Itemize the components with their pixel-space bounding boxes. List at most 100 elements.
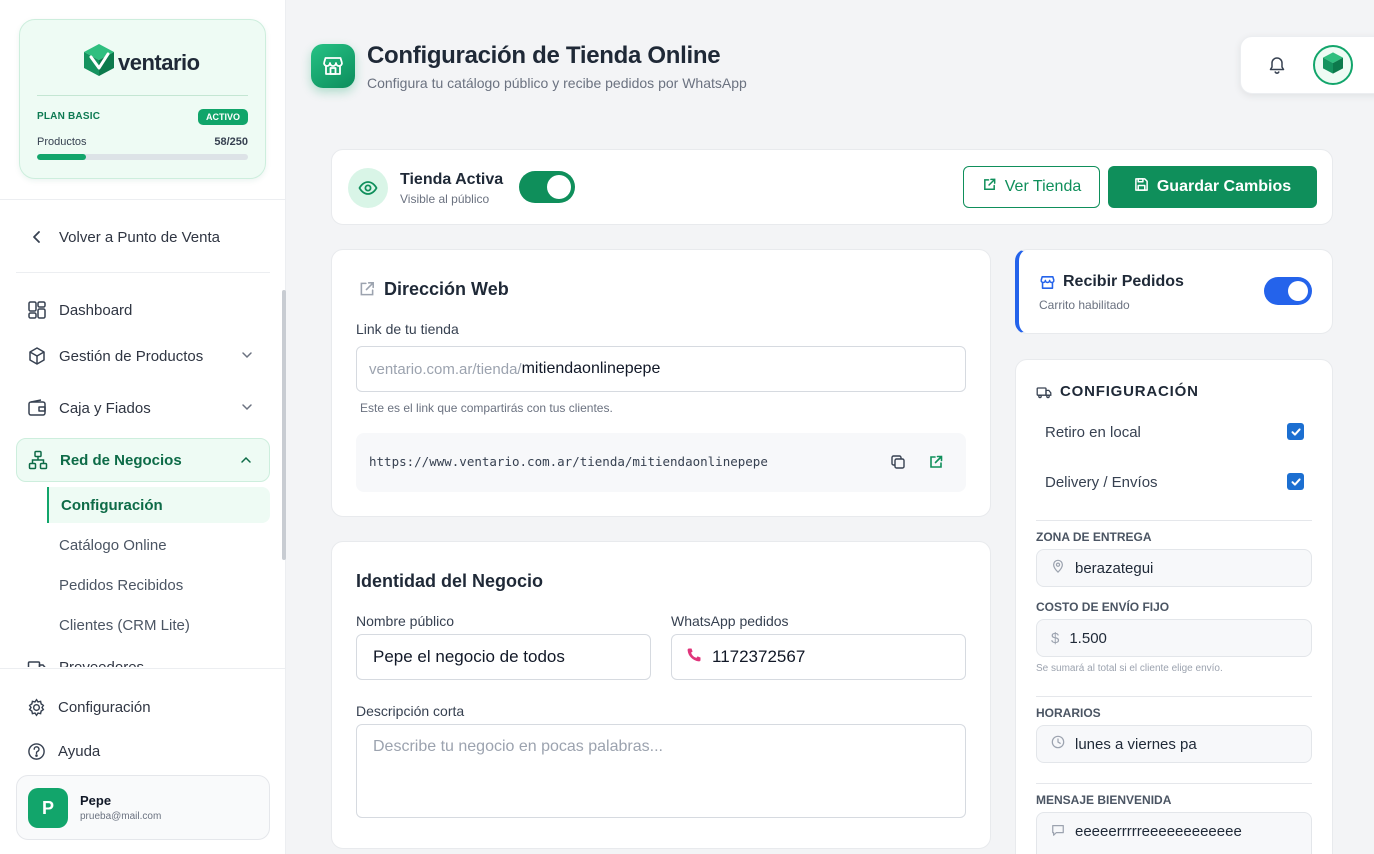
user-profile-card[interactable]: P Pepe prueba@mail.com bbox=[16, 775, 270, 840]
currency-symbol: $ bbox=[1051, 629, 1060, 647]
store-active-title: Tienda Activa bbox=[400, 171, 504, 188]
bell-icon[interactable] bbox=[1267, 55, 1287, 80]
sidebar-subitem-pedidos[interactable]: Pedidos Recibidos bbox=[47, 567, 270, 603]
receive-orders-toggle[interactable] bbox=[1264, 277, 1312, 305]
chevron-left-icon bbox=[27, 227, 47, 247]
store-url-prefix: ventario.com.ar/tienda/ bbox=[369, 360, 522, 378]
sidebar-divider bbox=[0, 199, 286, 200]
user-name: Pepe bbox=[80, 793, 112, 808]
toggle-knob bbox=[547, 175, 571, 199]
store-active-toggle[interactable] bbox=[519, 171, 575, 203]
save-disk-icon bbox=[1134, 177, 1149, 197]
view-store-button[interactable]: Ver Tienda bbox=[963, 166, 1100, 208]
message-icon bbox=[1051, 823, 1065, 841]
wallet-icon bbox=[27, 398, 47, 418]
package-icon bbox=[27, 346, 47, 366]
public-name-value: Pepe el negocio de todos bbox=[373, 647, 565, 666]
back-to-pos-label: Volver a Punto de Venta bbox=[59, 228, 220, 246]
config-title: CONFIGURACIÓN bbox=[1060, 383, 1199, 400]
store-link-label: Link de tu tienda bbox=[356, 321, 459, 337]
sidebar-scrollbar[interactable] bbox=[282, 290, 286, 560]
sidebar: ventario PLAN BASIC ACTIVO Productos 58/… bbox=[0, 0, 286, 854]
plan-products-label: Productos bbox=[37, 136, 87, 148]
plan-status-badge: ACTIVO bbox=[197, 109, 248, 125]
sidebar-subitem-clientes[interactable]: Clientes (CRM Lite) bbox=[47, 607, 270, 643]
chevron-down-icon bbox=[240, 400, 254, 418]
shipping-cost-hint: Se sumará al total si el cliente elige e… bbox=[1036, 663, 1223, 674]
welcome-message-input[interactable]: eeeeerrrrreeeeeeeeeeee bbox=[1036, 812, 1312, 854]
page-subtitle: Configura tu catálogo público y recibe p… bbox=[367, 75, 747, 91]
truck-icon bbox=[27, 657, 47, 667]
identity-title: Identidad del Negocio bbox=[356, 571, 544, 591]
store-slug-value: mitiendaonlinepepe bbox=[521, 360, 661, 377]
zone-label: ZONA DE ENTREGA bbox=[1036, 530, 1152, 544]
brand-logo[interactable]: ventario bbox=[82, 42, 200, 83]
brand-name: ventario bbox=[118, 49, 200, 75]
back-to-pos-link[interactable]: Volver a Punto de Venta bbox=[16, 215, 270, 259]
sidebar-divider bbox=[0, 668, 286, 669]
config-divider bbox=[1036, 520, 1312, 521]
chevron-up-icon bbox=[239, 453, 253, 471]
network-icon bbox=[28, 450, 48, 470]
sidebar-item-red-negocios[interactable]: Red de Negocios bbox=[16, 438, 270, 482]
web-address-card: Dirección Web Link de tu tienda ventario… bbox=[331, 249, 991, 517]
plan-name: PLAN BASIC bbox=[37, 111, 101, 122]
public-name-label: Nombre público bbox=[356, 613, 455, 629]
sidebar-subitem-configuracion[interactable]: Configuración bbox=[47, 487, 270, 523]
store-slug-input[interactable]: ventario.com.ar/tienda/mitiendaonlinepep… bbox=[356, 346, 966, 392]
external-link-icon bbox=[358, 280, 376, 303]
sidebar-item-label: Proveedores bbox=[59, 658, 145, 668]
eye-icon bbox=[348, 168, 388, 208]
sidebar-subitem-catalogo[interactable]: Catálogo Online bbox=[47, 527, 270, 563]
copy-icon[interactable] bbox=[890, 454, 906, 475]
delivery-label: Delivery / Envíos bbox=[1045, 474, 1158, 491]
whatsapp-input[interactable]: 1172372567 bbox=[671, 634, 966, 680]
business-identity-card: Identidad del Negocio Nombre público Pep… bbox=[331, 541, 991, 849]
store-link-hint: Este es el link que compartirás con tus … bbox=[360, 401, 613, 415]
shipping-cost-input[interactable]: $ 1.500 bbox=[1036, 619, 1312, 657]
delivery-config-card: CONFIGURACIÓN Retiro en local Delivery /… bbox=[1015, 359, 1333, 854]
plan-products-count: 58/250 bbox=[214, 136, 248, 148]
clock-icon bbox=[1051, 735, 1065, 753]
open-link-icon[interactable] bbox=[928, 454, 944, 475]
pickup-checkbox[interactable] bbox=[1287, 423, 1304, 440]
sidebar-item-dashboard[interactable]: Dashboard bbox=[16, 288, 270, 332]
description-placeholder: Describe tu negocio en pocas palabras... bbox=[373, 738, 663, 755]
hours-input[interactable]: lunes a viernes pa bbox=[1036, 725, 1312, 763]
sidebar-item-caja[interactable]: Caja y Fiados bbox=[16, 386, 270, 430]
sidebar-item-label: Gestión de Productos bbox=[59, 347, 204, 365]
phone-icon bbox=[686, 647, 702, 668]
avatar: P bbox=[28, 788, 68, 828]
store-status-bar: Tienda Activa Visible al público Ver Tie… bbox=[331, 149, 1333, 225]
truck-icon bbox=[1036, 384, 1052, 405]
receive-orders-title: Recibir Pedidos bbox=[1063, 273, 1184, 290]
store-icon bbox=[1039, 274, 1056, 296]
user-avatar-button[interactable] bbox=[1313, 45, 1353, 85]
sidebar-scroll-clip: Proveedores bbox=[0, 655, 282, 667]
sidebar-item-configuracion[interactable]: Configuración bbox=[16, 685, 270, 729]
plan-card: ventario PLAN BASIC ACTIVO Productos 58/… bbox=[19, 19, 266, 179]
config-divider bbox=[1036, 696, 1312, 697]
sidebar-item-ayuda[interactable]: Ayuda bbox=[16, 729, 270, 773]
save-button[interactable]: Guardar Cambios bbox=[1108, 166, 1317, 208]
zone-input[interactable]: berazategui bbox=[1036, 549, 1312, 587]
delivery-checkbox[interactable] bbox=[1287, 473, 1304, 490]
external-link-icon bbox=[982, 177, 997, 197]
sidebar-item-proveedores[interactable]: Proveedores bbox=[16, 655, 270, 667]
description-textarea[interactable]: Describe tu negocio en pocas palabras... bbox=[356, 724, 966, 818]
cube-logo-icon bbox=[1321, 51, 1345, 80]
pickup-label: Retiro en local bbox=[1045, 424, 1141, 441]
save-label: Guardar Cambios bbox=[1156, 178, 1292, 195]
full-url-text: https://www.ventario.com.ar/tienda/mitie… bbox=[369, 454, 768, 469]
store-header-icon bbox=[311, 44, 355, 88]
web-address-title: Dirección Web bbox=[384, 279, 509, 299]
public-name-input[interactable]: Pepe el negocio de todos bbox=[356, 634, 651, 680]
store-active-subtitle: Visible al público bbox=[400, 192, 490, 206]
description-label: Descripción corta bbox=[356, 703, 465, 719]
sidebar-item-label: Caja y Fiados bbox=[59, 399, 151, 417]
toggle-knob bbox=[1288, 281, 1308, 301]
sidebar-divider bbox=[16, 272, 270, 273]
sidebar-item-productos[interactable]: Gestión de Productos bbox=[16, 334, 270, 378]
cube-logo-icon bbox=[82, 42, 116, 83]
receive-orders-card: Recibir Pedidos Carrito habilitado bbox=[1015, 249, 1333, 334]
